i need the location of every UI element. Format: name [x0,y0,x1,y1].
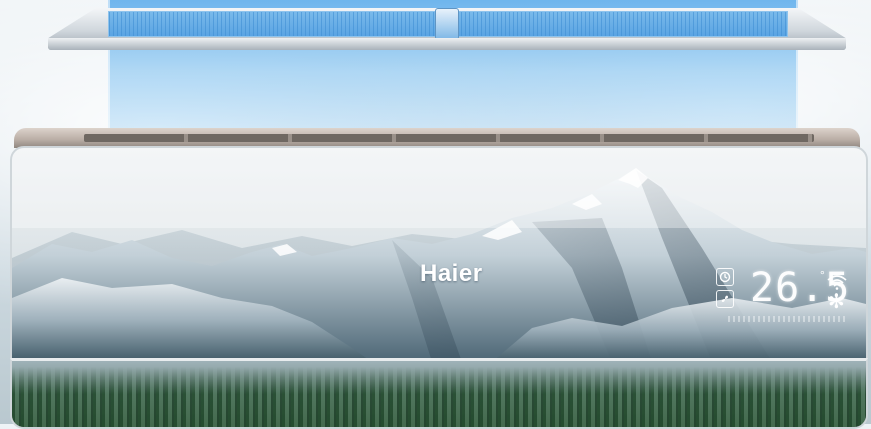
glass-sheen [12,148,866,228]
filter-clip [435,8,459,40]
unit-front-panel: Haier 26.5 ° ✻ [10,146,868,364]
air-conditioner-unit: Haier 26.5 ° ✻ [6,128,868,429]
degree-symbol: ° [820,268,825,282]
snowflake-cool-icon: ✻ [828,291,845,313]
fan-mode-icon [716,290,734,308]
temperature-display: 26.5 ° ✻ [716,266,866,336]
display-indicator-bar [728,316,848,322]
timer-icon [716,268,734,286]
unit-top-housing [14,128,860,148]
forest-reflection [12,367,866,427]
product-scene: Haier 26.5 ° ✻ [0,0,871,429]
brand-logo: Haier [420,260,483,287]
unit-lower-louver [10,358,868,429]
unit-intake-vent [84,134,814,142]
wifi-icon [827,275,847,290]
air-filter-panel [48,8,846,50]
filter-rail [48,38,846,50]
